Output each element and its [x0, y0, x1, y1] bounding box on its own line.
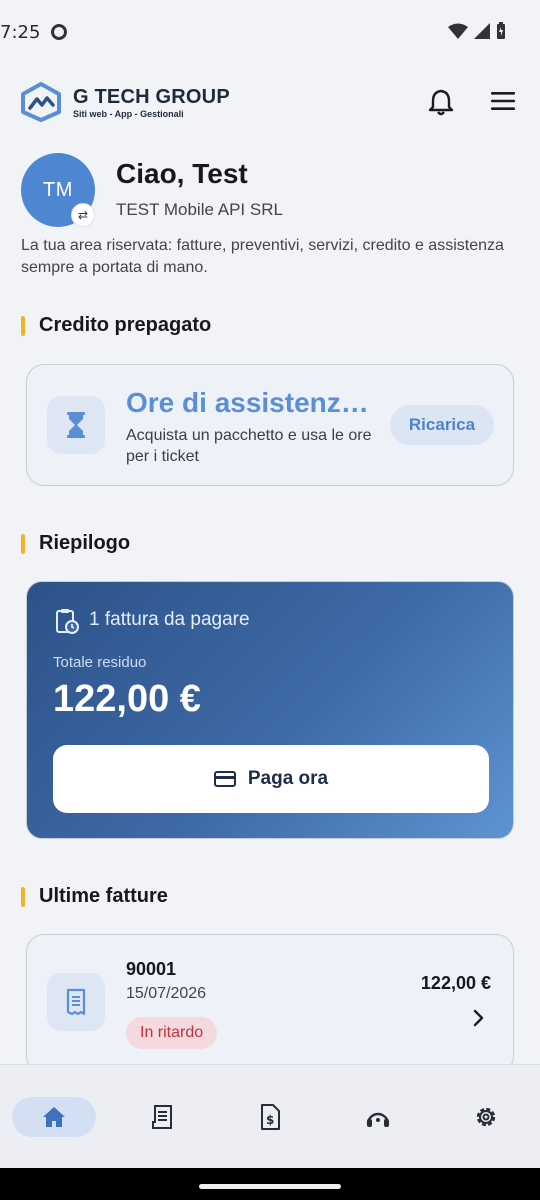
credit-title: Ore di assistenza prepagate	[126, 387, 376, 418]
invoice-list-item[interactable]: 90001 15/07/2026 In ritardo 122,00 €	[26, 934, 514, 1064]
brand-name: G TECH GROUP	[73, 86, 230, 108]
nav-home[interactable]	[12, 1097, 96, 1137]
app-bar: G TECH GROUP Siti web - App - Gestionali	[0, 64, 540, 138]
section-title-summary: Riepilogo	[21, 532, 130, 555]
greeting: Ciao, Test	[116, 158, 248, 189]
status-badge: In ritardo	[126, 1017, 218, 1049]
home-gesture-bar[interactable]	[199, 1184, 341, 1189]
main-content[interactable]: TM ⇄ Ciao, Test TEST Mobile API SRL La t…	[0, 138, 540, 1064]
switch-account-icon[interactable]: ⇄	[71, 203, 95, 227]
receipt-icon	[47, 973, 105, 1031]
clipboard-clock-icon	[56, 609, 79, 634]
pay-now-button[interactable]: Paga ora	[53, 745, 489, 813]
avatar-initials: TM	[43, 178, 73, 201]
invoice-date: 15/07/2026	[126, 985, 207, 1002]
recharge-button[interactable]: Ricarica	[390, 405, 494, 445]
status-icons	[448, 22, 506, 40]
nav-support[interactable]	[336, 1097, 420, 1137]
bell-icon[interactable]	[428, 88, 454, 116]
svg-text:$: $	[266, 1113, 274, 1127]
total-label: Totale residuo	[53, 654, 147, 671]
settings-icon	[476, 1107, 496, 1127]
signal-icon	[474, 23, 490, 39]
logo-icon	[21, 82, 61, 122]
intro-text: La tua area riservata: fatture, preventi…	[21, 237, 504, 276]
status-bar: 7:25	[0, 0, 540, 64]
brand: G TECH GROUP Siti web - App - Gestionali	[73, 86, 230, 119]
brand-tagline: Siti web - App - Gestionali	[73, 109, 184, 119]
menu-icon[interactable]	[490, 91, 516, 111]
support-icon	[366, 1112, 390, 1127]
pay-now-label: Paga ora	[247, 768, 329, 789]
summary-card: 1 fattura da pagare Totale residuo 122,0…	[26, 581, 514, 839]
gesture-bar-area	[0, 1168, 540, 1200]
credit-card[interactable]: Ore di assistenza prepagate Acquista un …	[26, 364, 514, 486]
invoices-icon	[152, 1105, 172, 1129]
chevron-right-icon[interactable]	[467, 1007, 489, 1029]
nav-settings[interactable]	[444, 1097, 528, 1137]
notification-dot-icon	[51, 24, 67, 40]
quotes-icon: $	[261, 1104, 280, 1130]
invoice-number: 90001	[126, 959, 177, 979]
credit-description: Acquista un pacchetto e usa le ore per i…	[126, 427, 372, 465]
nav-invoices[interactable]	[120, 1097, 204, 1137]
company-name: TEST Mobile API SRL	[116, 200, 283, 219]
invoice-amount: 122,00 €	[420, 973, 491, 993]
home-icon	[43, 1107, 65, 1127]
bottom-nav: $	[0, 1064, 540, 1168]
unpaid-count: 1 fattura da pagare	[89, 609, 250, 630]
section-title-credit: Credito prepagato	[21, 314, 211, 337]
nav-quotes[interactable]: $	[228, 1097, 312, 1137]
hourglass-icon	[47, 396, 105, 454]
status-time: 7:25	[0, 22, 41, 43]
battery-icon	[497, 22, 505, 39]
section-title-invoices: Ultime fatture	[21, 885, 168, 908]
wifi-icon	[448, 23, 468, 39]
total-amount: 122,00 €	[53, 678, 201, 720]
credit-card-icon	[213, 771, 236, 787]
